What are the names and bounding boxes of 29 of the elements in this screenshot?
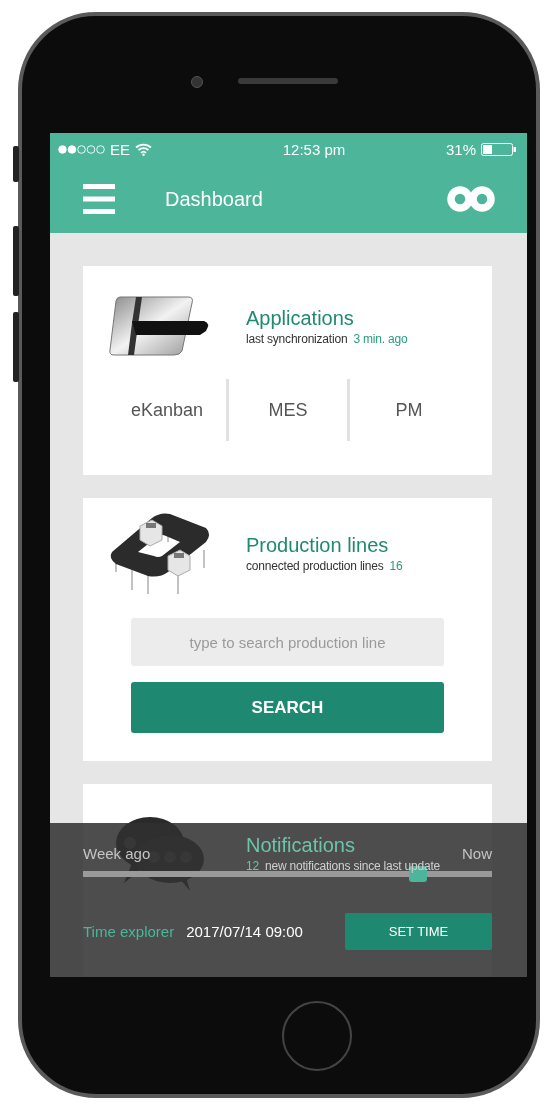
battery-icon (481, 142, 517, 156)
wifi-icon (135, 142, 152, 156)
card-title: Notifications (246, 833, 355, 857)
set-time-button[interactable]: SET TIME (345, 913, 492, 950)
infinity-logo-icon (447, 186, 495, 212)
application-link[interactable]: MES (229, 399, 347, 421)
card-title: Applications (246, 306, 354, 330)
selected-time: 2017/07/14 09:00 (186, 923, 304, 940)
page-title: Dashboard (165, 187, 264, 211)
slider-end-label: Now (462, 845, 492, 862)
card-value: 16 (389, 558, 403, 573)
count-value: 12 (246, 858, 259, 873)
battery-percent: 31% (445, 140, 476, 158)
slider-start-label: Week ago (83, 845, 151, 862)
search-field[interactable]: type to search production line (131, 618, 444, 666)
time-explorer-label: Time explorer (83, 923, 175, 940)
card-value: 3 min. ago (353, 331, 408, 346)
speaker-icon (238, 78, 338, 84)
signal-icon (58, 144, 105, 154)
application-link[interactable]: eKanban (108, 399, 226, 421)
application-link[interactable]: PM (350, 399, 468, 421)
card-subtitle: connected production lines (246, 558, 384, 573)
card-subtitle: new notifications since last update (264, 858, 441, 873)
card-subtitle: last synchronization (246, 331, 348, 346)
search-button[interactable]: SEARCH (131, 682, 444, 733)
clock-time: 12:53 pm (282, 140, 346, 158)
camera-icon (191, 76, 203, 88)
card-title: Production lines (246, 533, 389, 557)
carrier-label: EE (110, 140, 130, 158)
